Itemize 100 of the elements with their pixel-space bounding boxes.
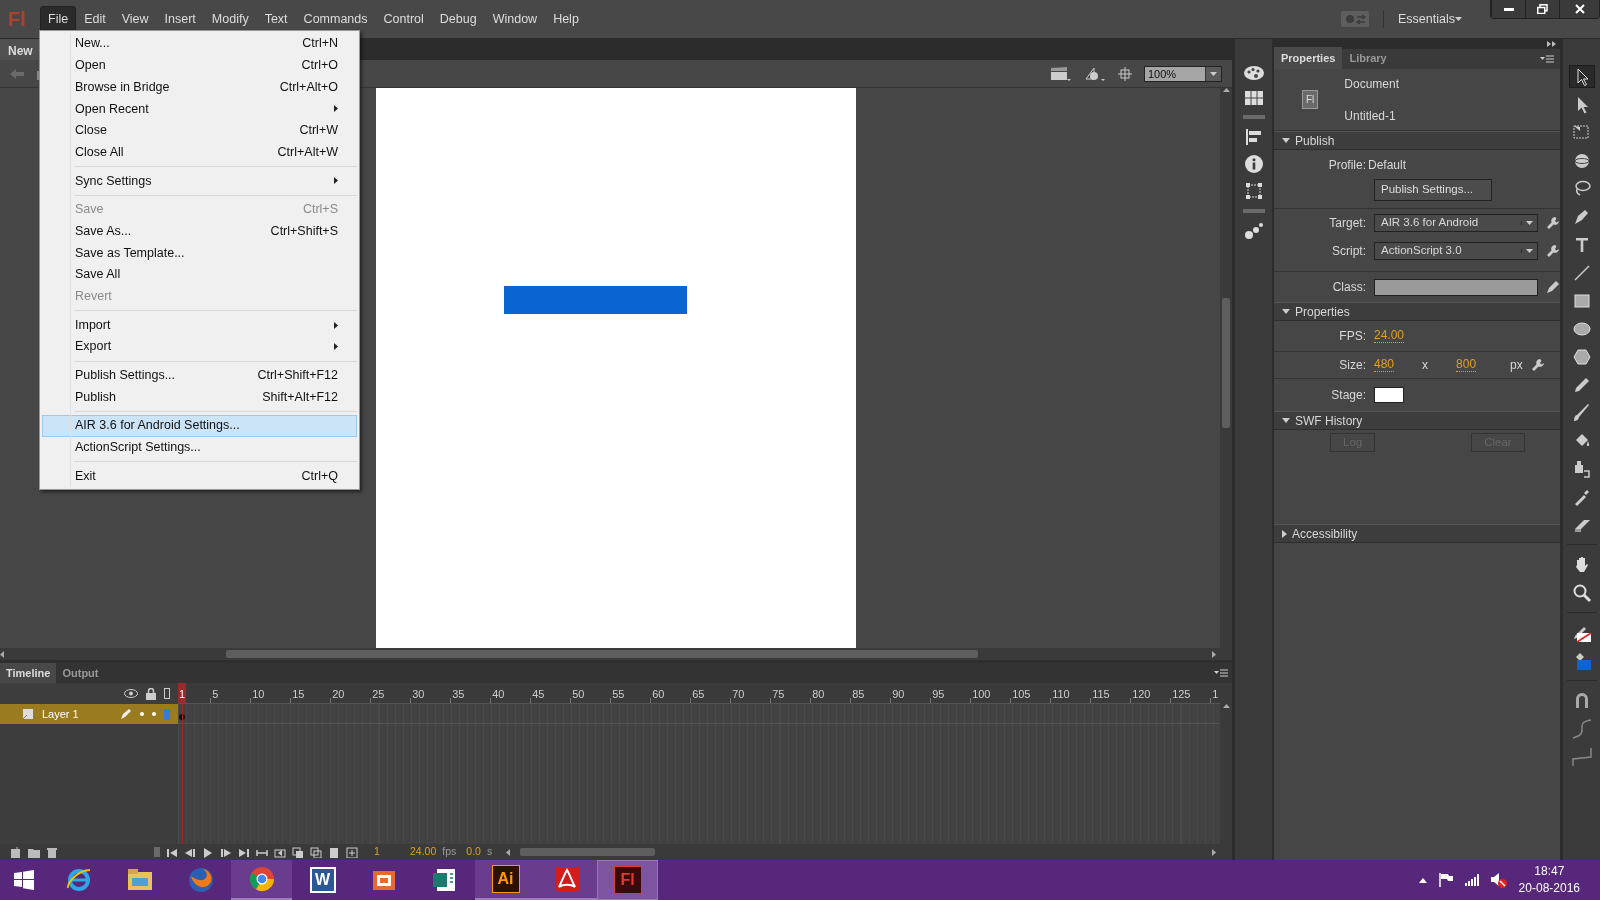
menu-item[interactable]: View [113,5,157,33]
menu-item[interactable]: Debug [431,5,485,33]
taskbar-app[interactable]: Fl [597,860,658,900]
section-header[interactable]: Properties [1274,302,1560,321]
section-header[interactable]: SWF History [1274,411,1560,430]
workspace-switcher[interactable]: Essentials [1398,9,1455,29]
step-forward-icon[interactable] [220,846,232,858]
menu-option[interactable]: Import [42,314,357,336]
panel-tab[interactable]: Properties [1274,46,1343,69]
menu-option[interactable]: Close All Ctrl+Alt+W [42,141,357,164]
onion-outline-icon[interactable] [310,846,322,858]
menu-item[interactable]: File [40,5,77,33]
menu-item[interactable]: Text [256,5,296,33]
target-dropdown[interactable]: AIR 3.6 for Android [1374,214,1538,232]
swatches-icon[interactable] [1244,91,1263,105]
horizontal-scrollbar[interactable] [0,648,1232,660]
first-frame-icon[interactable] [166,846,178,858]
clock-time: 18:47 [1533,863,1566,880]
section-header[interactable]: Publish [1274,131,1560,150]
palette-icon[interactable] [1242,65,1265,81]
wrench-icon[interactable] [1530,358,1545,372]
width-value[interactable]: 480 [1374,358,1395,372]
height-value[interactable]: 800 [1456,358,1477,372]
menu-option[interactable]: Exit Ctrl+Q [42,465,357,488]
menu-item[interactable]: Window [484,5,546,33]
menu-item[interactable]: Help [545,5,587,33]
menu-option[interactable]: ActionScript Settings... [42,436,357,459]
layer-row[interactable]: Layer 1 [0,704,178,724]
scrollbar-thumb[interactable] [226,650,978,658]
outline-icon[interactable] [164,688,170,699]
stage-color-swatch[interactable] [1374,387,1404,403]
taskbar-app[interactable] [231,860,292,900]
panel-tab[interactable]: Library [1342,46,1394,69]
restore-button[interactable] [1525,0,1559,18]
panel-tab[interactable]: Output [56,662,105,683]
panel-menu-icon[interactable] [1214,669,1228,677]
lock-icon[interactable] [146,687,156,700]
edit-frames-icon[interactable] [328,846,340,858]
show-hidden-icons-icon[interactable] [1418,877,1427,883]
muted-volume-icon[interactable] [1490,872,1507,888]
taskbar-app[interactable]: Ai [475,860,536,900]
class-field[interactable] [1374,278,1538,296]
menu-option[interactable]: Export [42,335,357,358]
scrollbar-thumb[interactable] [520,848,656,856]
onion-skin-icon[interactable] [292,846,304,858]
new-layer-icon[interactable] [10,846,22,858]
scrollbar-thumb[interactable] [1222,298,1230,428]
info-icon[interactable] [1244,155,1263,173]
wrench-icon[interactable] [1546,244,1560,258]
last-frame-icon[interactable] [238,846,250,858]
fps-value[interactable]: 24.00 [1374,329,1405,343]
publish-settings-button[interactable]: Publish Settings... [1374,179,1492,201]
eye-icon[interactable] [124,689,138,698]
taskbar-app[interactable]: W [292,860,353,900]
menu-option[interactable]: Save as Template... [42,242,357,264]
windows-logo-icon [14,870,34,890]
center-stage-icon[interactable] [1118,66,1132,81]
menu-item[interactable]: Edit [76,5,114,33]
trash-icon[interactable] [46,846,58,858]
menu-item[interactable]: Modify [203,5,257,33]
menu-option[interactable]: Open Recent [42,98,357,120]
menu-option[interactable]: Browse in Bridge Ctrl+Alt+O [42,76,357,99]
tool-button[interactable] [1568,65,1595,88]
minimize-button[interactable] [1491,0,1525,18]
panel-menu-icon[interactable] [1540,55,1554,63]
expand-panels-icon[interactable] [1547,41,1556,47]
close-button[interactable] [1559,0,1599,18]
menu-option[interactable]: Sync Settings [42,170,357,192]
clock[interactable]: 18:47 20-08-2016 [1518,863,1580,897]
pencil-icon[interactable] [1546,280,1560,294]
play-icon[interactable] [202,846,214,858]
script-dropdown[interactable]: ActionScript 3.0 [1374,242,1538,260]
motion-presets-icon[interactable] [1244,223,1263,239]
menu-option[interactable]: Publish Shift+Alt+F12 [42,386,357,408]
wrench-icon[interactable] [1546,216,1560,230]
panel-tab[interactable]: Timeline [0,662,57,683]
transform-icon[interactable] [1245,183,1262,199]
modify-markers-icon[interactable] [346,846,358,858]
playhead[interactable]: 1 [178,683,187,703]
menu-option[interactable]: Save All [42,263,357,286]
menu-item[interactable]: Insert [156,5,204,33]
signal-icon[interactable] [1464,874,1479,886]
vertical-scrollbar[interactable] [1220,88,1232,648]
menu-item[interactable]: Commands [295,5,376,33]
zoom-field[interactable]: 100% [1144,65,1222,82]
flag-icon[interactable] [1438,873,1453,887]
taskbar-app[interactable] [536,860,597,900]
menu-option[interactable]: Close Ctrl+W [42,119,357,142]
center-frame-icon[interactable] [274,846,286,858]
menu-option[interactable]: AIR 3.6 for Android Settings... [42,415,357,437]
symbol-icon[interactable] [1084,65,1106,82]
align-icon[interactable] [1245,129,1262,145]
caret-icon[interactable] [1455,17,1462,21]
step-back-icon[interactable] [184,846,196,858]
menu-option[interactable]: Publish Settings... Ctrl+Shift+F12 [42,364,357,387]
menu-option[interactable]: Save As... Ctrl+Shift+S [42,220,357,243]
clapperboard-icon[interactable] [1050,65,1072,82]
folder-icon[interactable] [28,846,40,858]
section-header[interactable]: Accessibility [1274,524,1560,543]
menu-item[interactable]: Control [375,5,432,33]
